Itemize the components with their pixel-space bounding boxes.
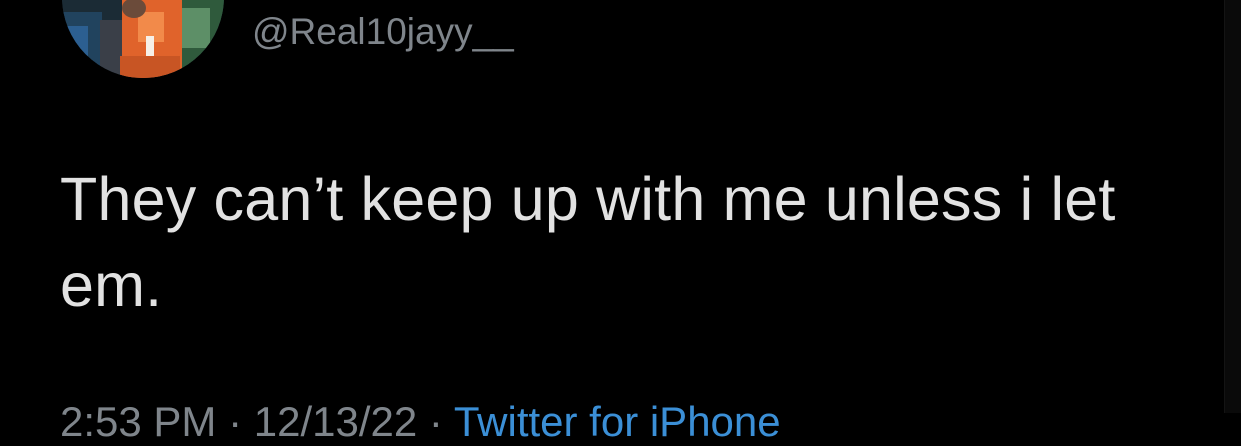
tweet-source-link[interactable]: Twitter for iPhone	[454, 398, 781, 445]
tweet-timestamp[interactable]: 2:53 PM · 12/13/22 ·	[60, 398, 443, 445]
tweet-text: They can’t keep up with me unless i let …	[60, 165, 1116, 319]
tweet-card: @Real10jayy__ They can’t keep up with me…	[0, 0, 1241, 445]
tweet-meta: 2:53 PM · 12/13/22 · Twitter for iPhone	[60, 398, 781, 446]
scrollbar[interactable]	[1224, 0, 1241, 413]
avatar[interactable]	[62, 0, 224, 78]
avatar-photo	[62, 0, 224, 78]
user-handle[interactable]: @Real10jayy__	[252, 10, 514, 54]
